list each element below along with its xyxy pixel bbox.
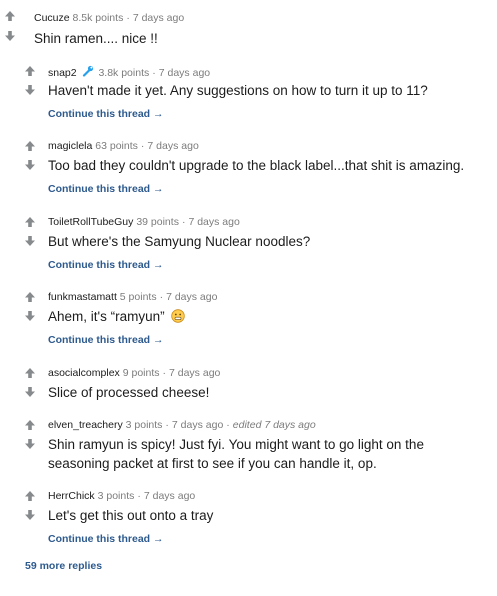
points: 9 points: [122, 367, 160, 379]
comment-text: Ahem, it's “ramyun”: [48, 309, 165, 324]
comment-body: Too bad they couldn't upgrade to the bla…: [48, 158, 465, 173]
timestamp[interactable]: 7 days ago: [166, 291, 217, 303]
timestamp[interactable]: 7 days ago: [172, 419, 223, 431]
upvote-arrow-icon[interactable]: [24, 140, 36, 152]
comment-body: Slice of processed cheese!: [48, 385, 210, 400]
comment-body: Shin ramen.... nice !!: [34, 31, 158, 46]
continue-thread-link[interactable]: Continue this thread →: [48, 108, 164, 120]
upvote-arrow-icon[interactable]: [24, 65, 36, 77]
comment-body: But where's the Samyung Nuclear noodles?: [48, 234, 311, 249]
comment-body: Let's get this out onto a tray: [48, 508, 214, 523]
continue-thread-link[interactable]: Continue this thread →: [48, 533, 164, 545]
comment-body: Haven't made it yet. Any suggestions on …: [48, 83, 428, 98]
timestamp[interactable]: 7 days ago: [169, 367, 220, 379]
comment-meta: magiclela 63 points · 7 days ago: [48, 140, 199, 152]
timestamp[interactable]: 7 days ago: [188, 216, 239, 228]
author-name[interactable]: HerrChick: [48, 490, 95, 502]
upvote-arrow-icon[interactable]: [24, 216, 36, 228]
points: 39 points: [136, 216, 179, 228]
comment-text-line: seasoning packet at first to see if you …: [48, 456, 377, 471]
downvote-arrow-icon[interactable]: [24, 235, 36, 247]
comment-meta: Cucuze 8.5k points · 7 days ago: [34, 12, 185, 24]
timestamp[interactable]: 7 days ago: [144, 490, 195, 502]
downvote-arrow-icon[interactable]: [24, 438, 36, 450]
continue-thread-label: Continue this thread: [48, 259, 151, 271]
comment-body: Shin ramyun is spicy! Just fyi. You migh…: [48, 435, 424, 473]
arrow-right-icon: →: [153, 533, 164, 545]
points: 3.8k points: [98, 67, 150, 79]
more-replies-link[interactable]: 59 more replies: [25, 560, 102, 572]
comment-meta: ToiletRollTubeGuy 39 points · 7 days ago: [48, 216, 240, 228]
timestamp[interactable]: 7 days ago: [147, 140, 198, 152]
arrow-right-icon: →: [153, 259, 164, 271]
grimace-emoji-icon: [171, 309, 186, 323]
comment-meta: elven_treachery 3 points · 7 days ago · edit…: [48, 419, 316, 431]
downvote-arrow-icon[interactable]: [24, 159, 36, 171]
downvote-arrow-icon[interactable]: [24, 509, 36, 521]
downvote-arrow-icon[interactable]: [24, 386, 36, 398]
upvote-arrow-icon[interactable]: [24, 367, 36, 379]
points: 3 points: [125, 419, 163, 431]
upvote-arrow-icon[interactable]: [4, 10, 16, 22]
arrow-right-icon: →: [153, 108, 164, 120]
author-name[interactable]: ToiletRollTubeGuy: [48, 216, 133, 228]
upvote-arrow-icon[interactable]: [24, 291, 36, 303]
downvote-arrow-icon[interactable]: [24, 310, 36, 322]
comment-meta: asocialcomplex 9 points · 7 days ago: [48, 367, 221, 379]
points: 8.5k points: [72, 12, 124, 24]
continue-thread-label: Continue this thread: [48, 334, 151, 346]
comment-meta: HerrChick 3 points · 7 days ago: [48, 490, 196, 502]
comment-meta: snap2 3.8k points · 7 days ago: [48, 65, 211, 79]
upvote-arrow-icon[interactable]: [24, 490, 36, 502]
author-name[interactable]: asocialcomplex: [48, 367, 120, 379]
comment-text-line: Shin ramyun is spicy! Just fyi. You migh…: [48, 437, 424, 452]
wrench-icon: [82, 65, 93, 77]
points: 5 points: [119, 291, 157, 303]
comment-body: Ahem, it's “ramyun”: [48, 307, 186, 326]
comment-meta: funkmastamatt 5 points · 7 days ago: [48, 291, 218, 303]
downvote-arrow-icon[interactable]: [24, 84, 36, 96]
author-name[interactable]: Cucuze: [34, 12, 70, 24]
upvote-arrow-icon[interactable]: [24, 419, 36, 431]
author-name[interactable]: snap2: [48, 67, 77, 79]
timestamp[interactable]: 7 days ago: [159, 67, 210, 79]
continue-thread-link[interactable]: Continue this thread →: [48, 334, 164, 346]
continue-thread-label: Continue this thread: [48, 108, 151, 120]
edited-label: edited 7 days ago: [232, 419, 316, 431]
author-name[interactable]: funkmastamatt: [48, 291, 117, 303]
continue-thread-label: Continue this thread: [48, 183, 151, 195]
continue-thread-link[interactable]: Continue this thread →: [48, 183, 164, 195]
arrow-right-icon: →: [153, 334, 164, 346]
downvote-arrow-icon[interactable]: [4, 30, 16, 42]
continue-thread-label: Continue this thread: [48, 533, 151, 545]
timestamp[interactable]: 7 days ago: [133, 12, 184, 24]
points: 63 points: [95, 140, 138, 152]
continue-thread-link[interactable]: Continue this thread →: [48, 259, 164, 271]
author-name[interactable]: elven_treachery: [48, 419, 123, 431]
points: 3 points: [97, 490, 135, 502]
arrow-right-icon: →: [153, 183, 164, 195]
author-name[interactable]: magiclela: [48, 140, 92, 152]
